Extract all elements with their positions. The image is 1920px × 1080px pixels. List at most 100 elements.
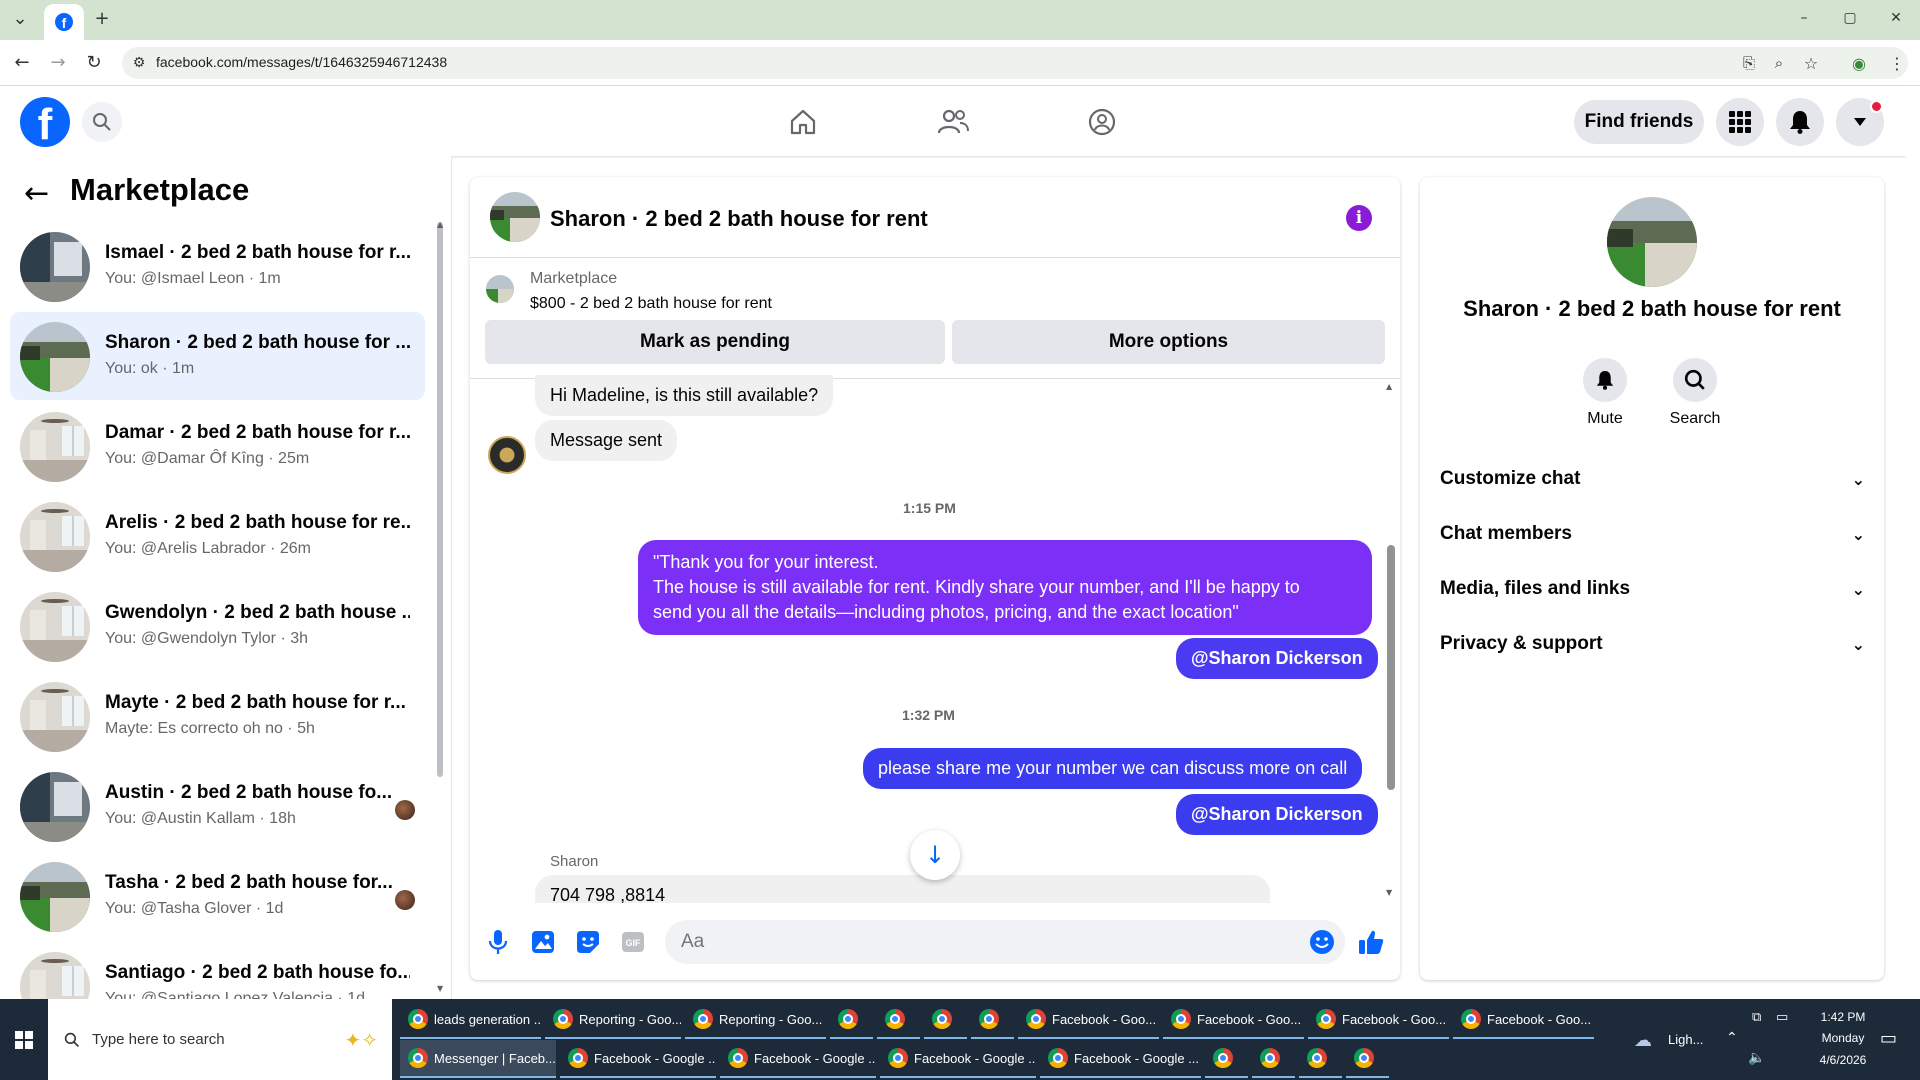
zoom-icon[interactable]: ⌕ xyxy=(1768,52,1790,74)
taskbar-window-label: Reporting - Goo... xyxy=(719,1011,823,1027)
taskbar-window[interactable]: Facebook - Google ... xyxy=(880,1040,1036,1078)
site-info-icon[interactable]: ⚙ xyxy=(128,52,150,74)
taskbar-window[interactable]: Facebook - Google ... xyxy=(1040,1040,1201,1078)
forward-icon[interactable]: → xyxy=(46,50,70,74)
taskbar-window[interactable]: Facebook - Goo... xyxy=(1453,1001,1594,1039)
conversation-item[interactable]: Tasha · 2 bed 2 bath house for... You: @T… xyxy=(10,852,425,940)
taskbar-window[interactable] xyxy=(877,1001,920,1039)
facebook-logo-icon[interactable]: f xyxy=(20,97,70,147)
gif-icon[interactable]: GIF xyxy=(619,928,647,956)
microphone-icon[interactable] xyxy=(484,928,512,956)
scroll-to-bottom-button[interactable]: ↓ xyxy=(910,830,960,880)
privacy-support-row[interactable]: Privacy & support ⌄ xyxy=(1440,624,1865,664)
clock-time[interactable]: 1:42 PM xyxy=(1808,1010,1878,1024)
back-icon[interactable]: ← xyxy=(10,50,34,74)
restore-button[interactable]: ▢ xyxy=(1838,6,1862,30)
thumbs-up-icon[interactable] xyxy=(1357,928,1385,956)
taskbar-window[interactable] xyxy=(924,1001,967,1039)
scroll-up-arrow-icon[interactable]: ▲ xyxy=(437,220,443,229)
more-options-button[interactable]: More options xyxy=(952,320,1385,364)
taskbar-window[interactable]: Facebook - Goo... xyxy=(1018,1001,1159,1039)
timestamp: 1:15 PM xyxy=(903,500,956,516)
info-icon[interactable]: i xyxy=(1346,205,1372,231)
conversation-item[interactable]: Damar · 2 bed 2 bath house for r... You: … xyxy=(10,402,425,490)
taskbar-window-label: Facebook - Goo... xyxy=(1052,1011,1157,1027)
facebook-search-button[interactable] xyxy=(82,102,122,142)
taskbar-window[interactable]: Messenger | Faceb... xyxy=(400,1040,556,1078)
nav-friends[interactable] xyxy=(933,104,973,140)
scroll-up-arrow-icon[interactable]: ▲ xyxy=(1386,382,1392,391)
nav-home[interactable] xyxy=(783,104,823,140)
taskbar-window[interactable] xyxy=(971,1001,1014,1039)
media-files-links-row[interactable]: Media, files and links ⌄ xyxy=(1440,569,1865,609)
taskbar-window[interactable]: Reporting - Goo... xyxy=(545,1001,681,1039)
mark-pending-button[interactable]: Mark as pending xyxy=(485,320,945,364)
chat-members-row[interactable]: Chat members ⌄ xyxy=(1440,514,1865,554)
install-app-icon[interactable]: ⎘ xyxy=(1738,52,1760,74)
clock-date[interactable]: 4/6/2026 xyxy=(1808,1053,1878,1067)
network-icon[interactable]: ▭ xyxy=(1776,1010,1788,1025)
taskbar-window[interactable] xyxy=(1252,1040,1295,1078)
show-hidden-icons-icon[interactable]: ⌃ xyxy=(1726,1030,1738,1046)
close-window-button[interactable]: ✕ xyxy=(1884,6,1908,30)
browser-tab-facebook[interactable]: f xyxy=(44,4,84,40)
weather-text[interactable]: Ligh... xyxy=(1668,1032,1703,1047)
notifications-button[interactable] xyxy=(1776,98,1824,146)
chat-scrollbar[interactable] xyxy=(1387,545,1395,790)
mention-bubble[interactable]: @Sharon Dickerson xyxy=(1176,638,1378,679)
customize-chat-row[interactable]: Customize chat ⌄ xyxy=(1440,459,1865,499)
chrome-icon xyxy=(693,1009,713,1029)
mention-bubble[interactable]: @Sharon Dickerson xyxy=(1176,794,1378,835)
taskbar-window[interactable]: Reporting - Goo... xyxy=(685,1001,826,1039)
taskbar-window[interactable]: Facebook - Google ... xyxy=(720,1040,876,1078)
taskbar-window[interactable]: Facebook - Goo... xyxy=(1163,1001,1304,1039)
conversation-list-scrollbar[interactable] xyxy=(437,222,443,777)
sender-avatar[interactable] xyxy=(488,436,526,474)
start-button[interactable] xyxy=(0,999,48,1080)
scroll-down-arrow-icon[interactable]: ▼ xyxy=(437,984,443,993)
minimize-button[interactable]: – xyxy=(1792,6,1816,30)
conversation-item[interactable]: Gwendolyn · 2 bed 2 bath house ... You: @… xyxy=(10,582,425,670)
notification-center-icon[interactable]: ▭ xyxy=(1880,1028,1897,1049)
taskbar-window[interactable]: Facebook - Goo... xyxy=(1308,1001,1449,1039)
conversation-item[interactable]: Mayte · 2 bed 2 bath house for r... Mayte… xyxy=(10,672,425,760)
reload-icon[interactable]: ↻ xyxy=(82,50,106,74)
profile-icon[interactable]: ◉ xyxy=(1848,52,1870,74)
tab-search-chevron-icon[interactable]: ⌄ xyxy=(8,6,32,30)
nav-groups[interactable] xyxy=(1082,104,1122,140)
taskbar-search[interactable]: Type here to search ✦✧ xyxy=(48,999,392,1080)
sticker-icon[interactable] xyxy=(574,928,602,956)
browser-menu-icon[interactable]: ⋮ xyxy=(1886,52,1908,74)
details-avatar[interactable] xyxy=(1607,197,1697,287)
chrome-icon xyxy=(1260,1048,1280,1068)
volume-icon[interactable]: 🔈 xyxy=(1748,1050,1765,1066)
emoji-icon[interactable] xyxy=(1308,928,1336,956)
search-conversation-button[interactable] xyxy=(1673,358,1717,402)
menu-button[interactable] xyxy=(1716,98,1764,146)
back-arrow-icon[interactable]: ← xyxy=(24,176,49,211)
taskbar-window[interactable]: Facebook - Google ... xyxy=(560,1040,716,1078)
page-scrollbar[interactable] xyxy=(1906,86,1920,999)
taskbar-window[interactable] xyxy=(1346,1040,1389,1078)
bookmark-star-icon[interactable]: ☆ xyxy=(1800,52,1822,74)
monitor-icon[interactable]: ⧉ xyxy=(1752,1010,1761,1025)
scroll-down-arrow-icon[interactable]: ▼ xyxy=(1386,888,1392,897)
find-friends-button[interactable]: Find friends xyxy=(1574,100,1704,144)
mute-button[interactable] xyxy=(1583,358,1627,402)
listing-title[interactable]: $800 - 2 bed 2 bath house for rent xyxy=(530,295,772,313)
weather-icon[interactable]: ☁ xyxy=(1634,1030,1652,1051)
taskbar-window[interactable] xyxy=(1205,1040,1248,1078)
clock-day[interactable]: Monday xyxy=(1808,1031,1878,1045)
message-input[interactable] xyxy=(665,920,1345,964)
conversation-item[interactable]: Austin · 2 bed 2 bath house fo... You: @A… xyxy=(10,762,425,850)
new-tab-button[interactable]: + xyxy=(90,6,114,30)
photo-icon[interactable] xyxy=(529,928,557,956)
taskbar-window[interactable]: leads generation ... xyxy=(400,1001,541,1039)
chat-avatar[interactable] xyxy=(490,192,540,242)
conversation-item[interactable]: Arelis · 2 bed 2 bath house for re... You… xyxy=(10,492,425,580)
taskbar-window[interactable] xyxy=(1299,1040,1342,1078)
taskbar-window[interactable] xyxy=(830,1001,873,1039)
conversation-item[interactable]: Ismael · 2 bed 2 bath house for r... You:… xyxy=(10,222,425,310)
conversation-item[interactable]: Sharon · 2 bed 2 bath house for ... You: … xyxy=(10,312,425,400)
conversation-item[interactable]: Santiago · 2 bed 2 bath house fo... You: … xyxy=(10,942,425,999)
